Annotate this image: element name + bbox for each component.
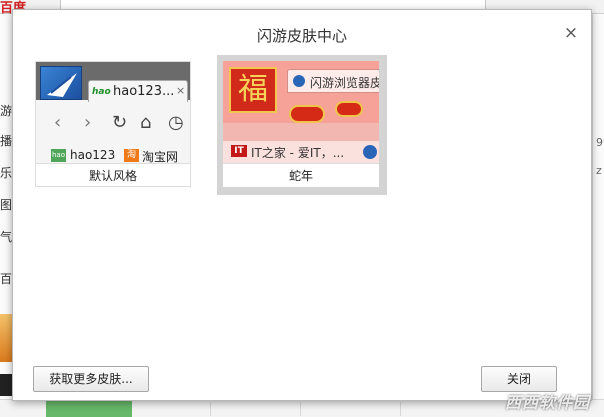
divider (210, 402, 211, 416)
skin-name: 默认风格 (35, 163, 191, 187)
skin-preview-default: hao hao123... × ‹ › ↻ ⌂ ◷ hao hao123 淘 淘… (35, 61, 191, 163)
background-image (0, 314, 12, 362)
bookmark-label: 淘宝网 (142, 150, 179, 163)
browser-logo-icon (293, 75, 305, 87)
home-icon: ⌂ (140, 112, 152, 133)
skin-card-default[interactable]: hao hao123... × ‹ › ↻ ⌂ ◷ hao hao123 淘 淘… (29, 55, 199, 195)
preview-tab: hao hao123... × (88, 80, 188, 102)
background-char: 乐 (0, 166, 13, 180)
divider (300, 402, 301, 416)
browser-logo-icon (363, 145, 377, 159)
skin-name: 蛇年 (223, 163, 379, 187)
preview-tab: 闪游浏览器皮 (287, 69, 379, 93)
preview-bookmarks: hao hao123 淘 淘宝网 (36, 148, 190, 163)
reload-icon: ↻ (112, 112, 128, 133)
skin-preview-snake-year: 福 闪游浏览器皮 IT IT之家 - 爱IT，... (223, 61, 379, 163)
background-char: z (596, 164, 602, 177)
history-icon: ◷ (168, 112, 184, 133)
divider (400, 402, 401, 416)
watermark: 西西软件园 (505, 393, 591, 412)
skin-card-snake-year[interactable]: 福 闪游浏览器皮 IT IT之家 - 爱IT，... 蛇年 (217, 55, 387, 195)
background-active-nav (46, 400, 132, 417)
background-char: 播 (0, 134, 13, 148)
fu-character-icon: 福 (229, 67, 277, 113)
lantern-icon (289, 105, 325, 123)
lantern-icon (335, 101, 363, 117)
bookmark-label: IT之家 - 爱IT，... (251, 146, 345, 160)
background-char: 99 (596, 136, 604, 149)
get-more-skins-button[interactable]: 获取更多皮肤... (33, 366, 149, 392)
close-icon[interactable]: × (562, 24, 580, 42)
skin-center-dialog: 闪游皮肤中心 × hao hao123... × ‹ › ↻ ⌂ ◷ hao h… (12, 9, 592, 401)
forward-icon: › (84, 112, 92, 133)
back-icon: ‹ (54, 112, 62, 133)
ithome-icon: IT (231, 145, 247, 157)
dialog-title: 闪游皮肤中心 (256, 27, 347, 45)
preview-tab-title: hao123... (113, 84, 175, 99)
hao123-icon: hao (92, 87, 111, 97)
background-char: 图 (0, 198, 13, 212)
background-char: 气 (0, 230, 13, 244)
preview-bookmarks: IT IT之家 - 爱IT，... (223, 141, 379, 163)
tab-close-icon: × (176, 84, 186, 97)
background-dark-block (0, 374, 12, 396)
background-char: 游 (0, 104, 13, 118)
bookmark-label: hao123 (70, 148, 116, 162)
hao123-icon: hao (51, 149, 66, 162)
background-right-column: 99 z (592, 14, 604, 399)
preview-nav-bar: ‹ › ↻ ⌂ ◷ (36, 112, 190, 140)
background-left-column: 游 播 乐 图 气 百 (0, 14, 12, 399)
preview-tab-title: 闪游浏览器皮 (310, 76, 379, 90)
taobao-icon: 淘 (124, 149, 139, 162)
browser-logo-icon (40, 66, 82, 100)
background-char: 百 (0, 272, 13, 286)
